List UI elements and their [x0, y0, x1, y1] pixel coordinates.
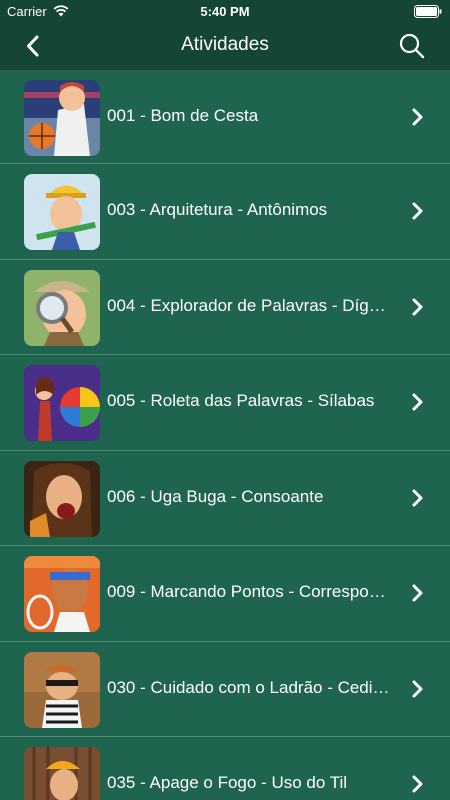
list-item[interactable]: 005 - Roleta das Palavras - Sílabas: [0, 355, 450, 451]
search-icon: [399, 33, 425, 59]
chevron-right-icon: [412, 298, 423, 315]
chevron-right-icon: [412, 108, 423, 126]
activity-title: 005 - Roleta das Palavras - Sílabas: [107, 391, 375, 410]
list-item[interactable]: 035 - Apage o Fogo - Uso do Til: [0, 737, 450, 800]
activity-title: 009 - Marcando Pontos - Correspondência: [107, 582, 390, 601]
activity-title: 001 - Bom de Cesta: [107, 106, 259, 125]
tennis-player-thumbnail: [24, 556, 100, 632]
status-bar: Carrier 5:40 PM: [0, 0, 450, 22]
activity-title: 004 - Explorador de Palavras - Dígrafos: [107, 295, 390, 315]
construction-worker-thumbnail: [24, 174, 100, 250]
chevron-right-icon: [412, 584, 423, 602]
chevron-right-icon: [412, 202, 423, 220]
page-title: Atividades: [181, 34, 269, 55]
chevron-right-icon: [412, 393, 423, 411]
list-item[interactable]: 003 - Arquitetura - Antônimos: [0, 164, 450, 260]
activity-title: 003 - Arquitetura - Antônimos: [107, 200, 328, 219]
list-item[interactable]: 001 - Bom de Cesta: [0, 70, 450, 164]
chevron-right-icon: [412, 775, 423, 793]
list-item[interactable]: 004 - Explorador de Palavras - Dígrafos: [0, 260, 450, 355]
list-item[interactable]: 006 - Uga Buga - Consoante: [0, 451, 450, 546]
nav-bar: Atividades: [0, 22, 450, 70]
thief-thumbnail: [24, 651, 100, 728]
search-button[interactable]: [398, 32, 426, 60]
activity-title: 030 - Cuidado com o Ladrão - Cedilha: [107, 677, 390, 697]
list-item[interactable]: 030 - Cuidado com o Ladrão - Cedilha: [0, 642, 450, 737]
chevron-right-icon: [412, 680, 423, 697]
activity-title: 006 - Uga Buga - Consoante: [107, 486, 324, 506]
basketball-player-thumbnail: [24, 80, 100, 156]
clock: 5:40 PM: [200, 4, 250, 19]
caveman-thumbnail: [24, 460, 100, 537]
header: Carrier 5:40 PM Atividades: [0, 0, 450, 70]
activity-title: 035 - Apage o Fogo - Uso do Til: [107, 773, 348, 792]
explorer-magnifier-thumbnail: [24, 269, 100, 346]
battery-icon: [414, 5, 442, 18]
activity-list: 001 - Bom de Cesta 003 - Arquitetura - A…: [0, 70, 450, 800]
firefighter-thumbnail: [24, 747, 100, 800]
chevron-right-icon: [412, 489, 423, 506]
list-item[interactable]: 009 - Marcando Pontos - Correspondência: [0, 546, 450, 642]
prize-wheel-thumbnail: [24, 365, 100, 441]
